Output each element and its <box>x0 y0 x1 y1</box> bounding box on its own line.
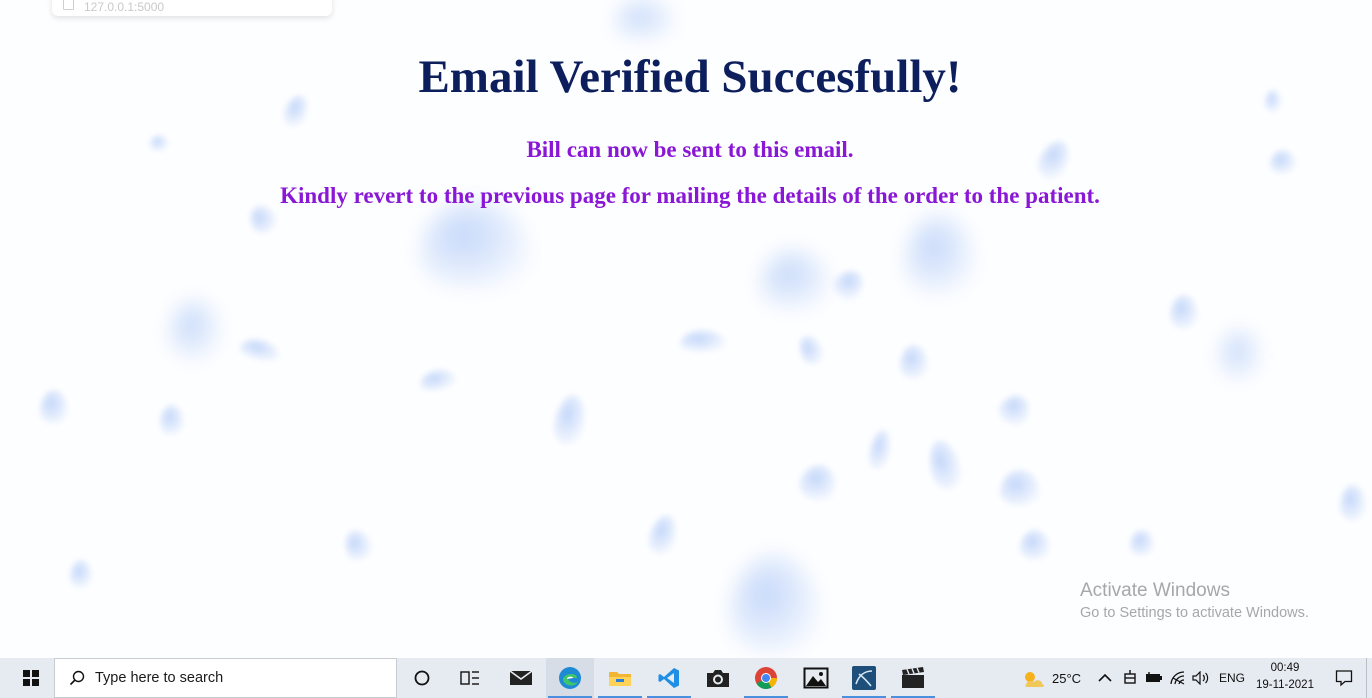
page-title: Email Verified Succesfully! <box>418 51 962 103</box>
show-hidden-icons-button[interactable] <box>1098 658 1112 698</box>
chevron-up-icon <box>1098 673 1112 682</box>
weather-widget[interactable]: 25°C <box>1020 658 1081 698</box>
petal-decoration <box>1170 295 1198 329</box>
language-indicator[interactable]: ENG <box>1219 658 1245 698</box>
page-icon <box>63 0 74 10</box>
file-explorer-icon <box>609 672 631 686</box>
clock-time: 00:49 <box>1270 662 1300 674</box>
url-tooltip: 127.0.0.1:5000 <box>52 0 332 16</box>
web-page: 127.0.0.1:5000 Email Verified Succesfull… <box>0 0 1372 658</box>
mail-app-button[interactable] <box>497 658 545 698</box>
activate-windows-watermark: Activate Windows Go to Settings to activ… <box>1080 580 1309 621</box>
petal-decoration <box>866 428 894 472</box>
edge-app-button[interactable] <box>546 658 594 698</box>
sql-workbench-icon <box>852 666 876 690</box>
notification-center-button[interactable] <box>1328 658 1360 698</box>
petal-decoration <box>40 390 68 424</box>
camera-icon <box>707 670 729 687</box>
task-view-icon <box>460 671 479 685</box>
petal-decoration <box>170 300 220 360</box>
tray-device-button[interactable] <box>1123 658 1137 698</box>
chrome-app-button[interactable] <box>742 658 790 698</box>
petal-decoration <box>730 555 820 655</box>
petal-decoration <box>1130 530 1154 556</box>
notification-icon <box>1335 670 1353 687</box>
video-editor-app-button[interactable] <box>889 658 937 698</box>
petal-decoration <box>1000 470 1040 506</box>
petal-decoration <box>924 436 966 494</box>
chrome-icon <box>755 667 777 689</box>
show-desktop-button[interactable] <box>1366 658 1367 698</box>
weather-icon <box>1024 672 1044 687</box>
cortana-button[interactable] <box>398 658 446 698</box>
petal-decoration <box>680 330 726 352</box>
battery-icon <box>1146 672 1162 682</box>
watermark-title: Activate Windows <box>1080 580 1230 601</box>
wifi-icon <box>1170 671 1185 685</box>
camera-app-button[interactable] <box>694 658 742 698</box>
petal-decoration <box>70 560 92 588</box>
weather-temp: 25°C <box>1052 670 1082 686</box>
task-view-button[interactable] <box>446 658 494 698</box>
petal-decoration <box>238 335 282 365</box>
volume-button[interactable] <box>1192 658 1210 698</box>
petal-decoration <box>828 264 870 306</box>
start-button[interactable] <box>10 658 52 698</box>
file-explorer-button[interactable] <box>596 658 644 698</box>
search-icon <box>69 670 85 686</box>
petal-decoration <box>1220 330 1260 380</box>
petal-decoration <box>340 526 376 564</box>
petal-decoration <box>794 459 842 507</box>
clock-date: 19-11-2021 <box>1256 679 1314 691</box>
petal-decoration <box>1340 485 1366 521</box>
photos-app-button[interactable] <box>792 658 840 698</box>
windows-logo-icon <box>23 670 39 686</box>
taskbar-search-box[interactable]: Type here to search <box>54 658 397 698</box>
petal-decoration <box>615 0 675 40</box>
info-line-revert: Kindly revert to the previous page for m… <box>280 183 1100 208</box>
petal-decoration <box>420 200 530 290</box>
search-placeholder: Type here to search <box>95 670 224 686</box>
taskbar: Type here to search 25°C ENG 00:49 19-11… <box>0 658 1372 698</box>
speaker-icon <box>1192 671 1209 685</box>
wifi-button[interactable] <box>1170 658 1186 698</box>
edge-icon <box>559 667 581 689</box>
clock[interactable]: 00:49 19-11-2021 <box>1252 660 1318 694</box>
mail-icon <box>509 670 533 685</box>
cortana-icon <box>414 670 430 686</box>
battery-button[interactable] <box>1145 658 1163 698</box>
usb-device-icon <box>1124 670 1136 684</box>
petal-decoration <box>900 345 928 379</box>
petal-decoration <box>794 331 828 369</box>
petal-decoration <box>994 389 1036 431</box>
petal-decoration <box>905 215 975 295</box>
info-line-bill: Bill can now be sent to this email. <box>526 137 854 162</box>
vscode-app-button[interactable] <box>645 658 693 698</box>
url-text: 127.0.0.1:5000 <box>84 0 165 14</box>
petal-decoration <box>645 512 681 558</box>
vscode-icon <box>658 668 679 688</box>
sql-workbench-app-button[interactable] <box>840 658 888 698</box>
video-editor-icon <box>902 667 924 688</box>
petal-decoration <box>550 392 590 448</box>
petal-decoration <box>1020 530 1050 560</box>
petal-decoration <box>418 367 458 393</box>
petal-decoration <box>160 405 184 435</box>
watermark-subtitle: Go to Settings to activate Windows. <box>1080 605 1309 621</box>
photos-icon <box>803 667 829 689</box>
petal-decoration <box>760 250 830 310</box>
